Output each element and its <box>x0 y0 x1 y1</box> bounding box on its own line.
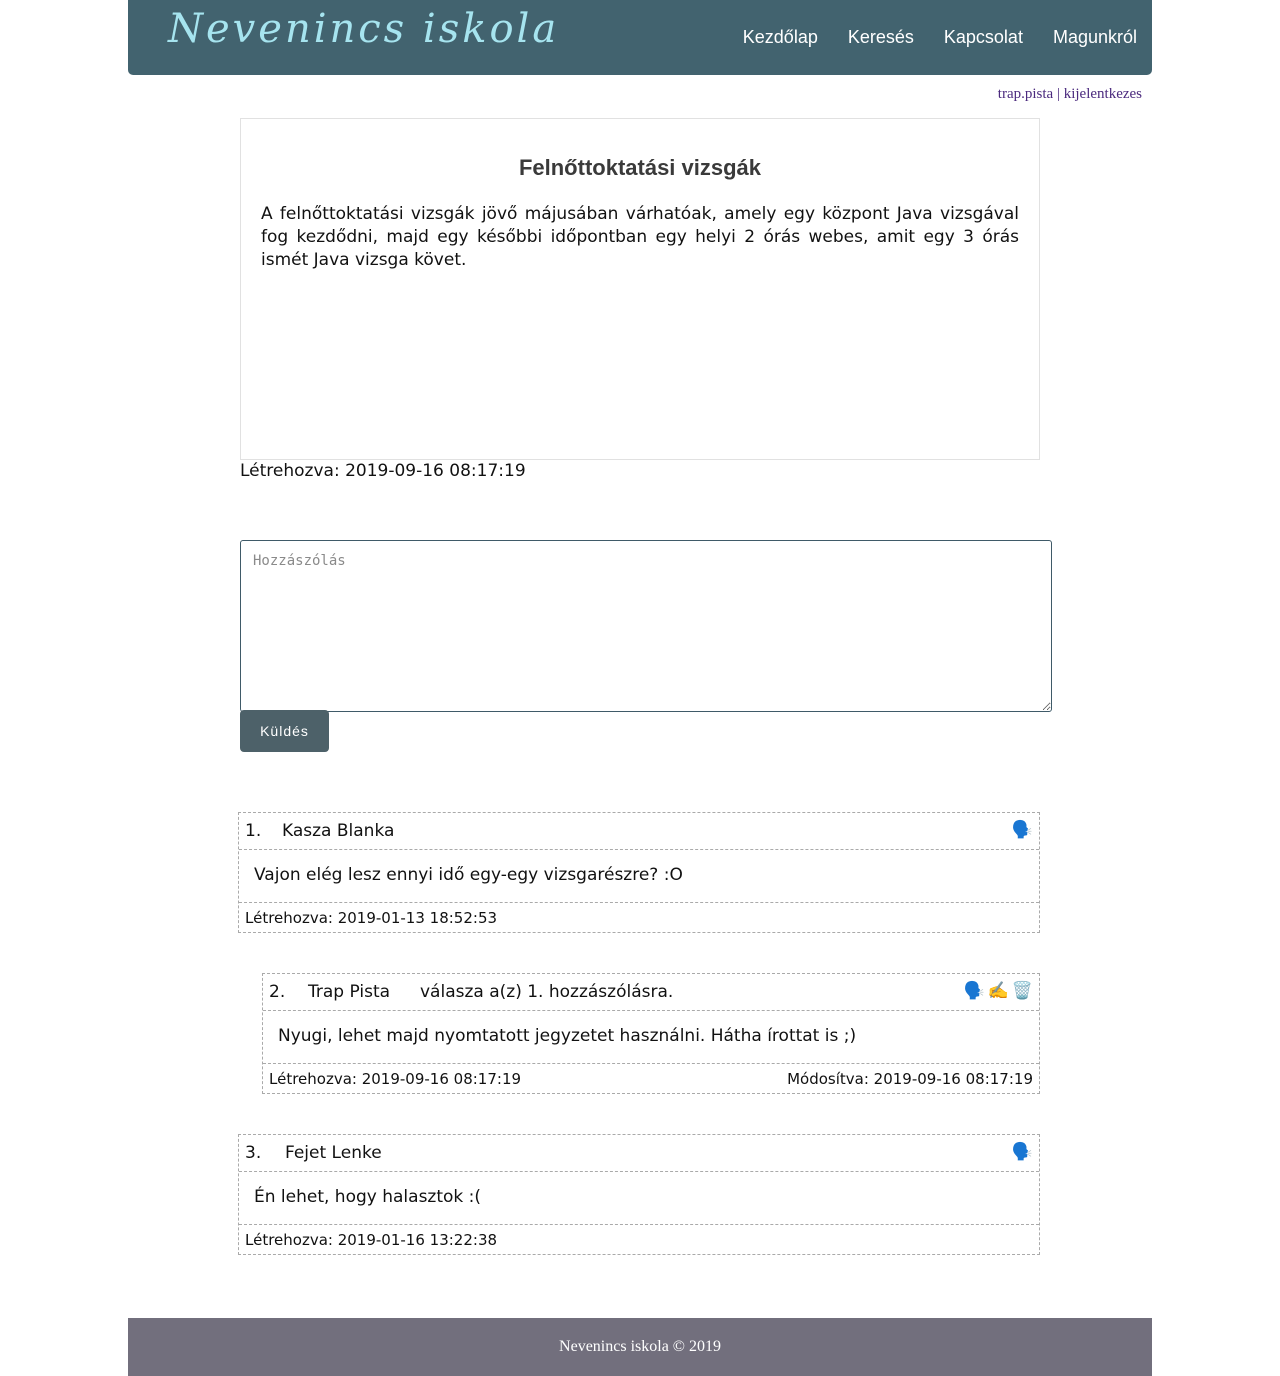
comment-created-date: Létrehozva: 2019-01-13 18:52:53 <box>245 909 498 927</box>
comment-actions: 🗣️ <box>1012 820 1033 840</box>
comment-actions: 🗣️ ✍️ 🗑️ <box>963 981 1033 1001</box>
comment-text: Nyugi, lehet majd nyomtatott jegyzetet h… <box>278 1026 857 1046</box>
article-body: A felnőttoktatási vizsgák jövő májusában… <box>261 204 1019 270</box>
comment-item: 3. Fejet Lenke 🗣️ Én lehet, hogy halaszt… <box>238 1134 1040 1255</box>
comment-text: Vajon elég lesz ennyi idő egy-egy vizsga… <box>254 865 683 885</box>
comment-header: 1. Kasza Blanka 🗣️ <box>239 813 1039 850</box>
user-bar: trap.pista | kijelentkezes <box>998 86 1142 103</box>
comment-number: 2. <box>269 982 286 1002</box>
site-footer: Nevenincs iskola © 2019 <box>128 1318 1152 1376</box>
comment-author: Kasza Blanka <box>282 821 395 841</box>
reply-icon[interactable]: 🗣️ <box>1012 1142 1033 1162</box>
comment-item-reply: 2. Trap Pista válasza a(z) 1. hozzászólá… <box>262 973 1040 1094</box>
comment-header: 3. Fejet Lenke 🗣️ <box>239 1135 1039 1172</box>
comment-body: Nyugi, lehet majd nyomtatott jegyzetet h… <box>263 1011 1039 1064</box>
comment-number: 3. <box>245 1143 262 1163</box>
reply-icon[interactable]: 🗣️ <box>1012 820 1033 840</box>
article-title: Felnőttoktatási vizsgák <box>518 155 762 180</box>
comment-created-date: Létrehozva: 2019-01-16 13:22:38 <box>245 1231 498 1249</box>
comment-body: Én lehet, hogy halasztok :( <box>239 1172 1039 1225</box>
delete-icon[interactable]: 🗑️ <box>1012 981 1033 1001</box>
send-button[interactable]: Küldés <box>240 710 329 752</box>
comment-item: 1. Kasza Blanka 🗣️ Vajon elég lesz ennyi… <box>238 812 1040 933</box>
article-created-date: Létrehozva: 2019-09-16 08:17:19 <box>240 461 526 481</box>
nav-contact-link[interactable]: Kapcsolat <box>944 27 1023 48</box>
reply-icon[interactable]: 🗣️ <box>963 981 984 1001</box>
main-nav: Kezdőlap Keresés Kapcsolat Magunkról <box>713 27 1137 48</box>
comment-actions: 🗣️ <box>1012 1142 1033 1162</box>
nav-home-link[interactable]: Kezdőlap <box>743 27 818 48</box>
comment-author: Trap Pista <box>308 982 391 1002</box>
nav-search-link[interactable]: Keresés <box>848 27 914 48</box>
site-logo[interactable]: Nevenincs iskola <box>168 6 559 52</box>
comment-created-date: Létrehozva: 2019-09-16 08:17:19 <box>269 1070 522 1088</box>
comment-number: 1. <box>245 821 262 841</box>
logout-link[interactable]: kijelentkezes <box>1064 86 1142 102</box>
footer-text: Nevenincs iskola © 2019 <box>559 1338 721 1355</box>
comment-input[interactable] <box>240 540 1052 712</box>
site-header: Nevenincs iskola Kezdőlap Keresés Kapcso… <box>128 0 1152 75</box>
comment-reply-note: válasza a(z) 1. hozzászólásra. <box>420 982 674 1002</box>
username-link[interactable]: trap.pista <box>998 86 1053 102</box>
userbar-separator: | <box>1056 86 1060 102</box>
comment-footer: Létrehozva: 2019-01-13 18:52:53 <box>239 903 1039 933</box>
edit-icon[interactable]: ✍️ <box>988 981 1009 1001</box>
comment-author: Fejet Lenke <box>285 1143 382 1163</box>
comment-header: 2. Trap Pista válasza a(z) 1. hozzászólá… <box>263 974 1039 1011</box>
comment-footer: Létrehozva: 2019-01-16 13:22:38 <box>239 1225 1039 1255</box>
comment-footer: Létrehozva: 2019-09-16 08:17:19 Módosítv… <box>263 1064 1039 1094</box>
nav-about-link[interactable]: Magunkról <box>1053 27 1137 48</box>
comment-body: Vajon elég lesz ennyi idő egy-egy vizsga… <box>239 850 1039 903</box>
article-card: Felnőttoktatási vizsgák A felnőttoktatás… <box>240 118 1040 460</box>
comment-text: Én lehet, hogy halasztok :( <box>254 1187 482 1207</box>
comment-modified-date: Módosítva: 2019-09-16 08:17:19 <box>787 1070 1033 1088</box>
